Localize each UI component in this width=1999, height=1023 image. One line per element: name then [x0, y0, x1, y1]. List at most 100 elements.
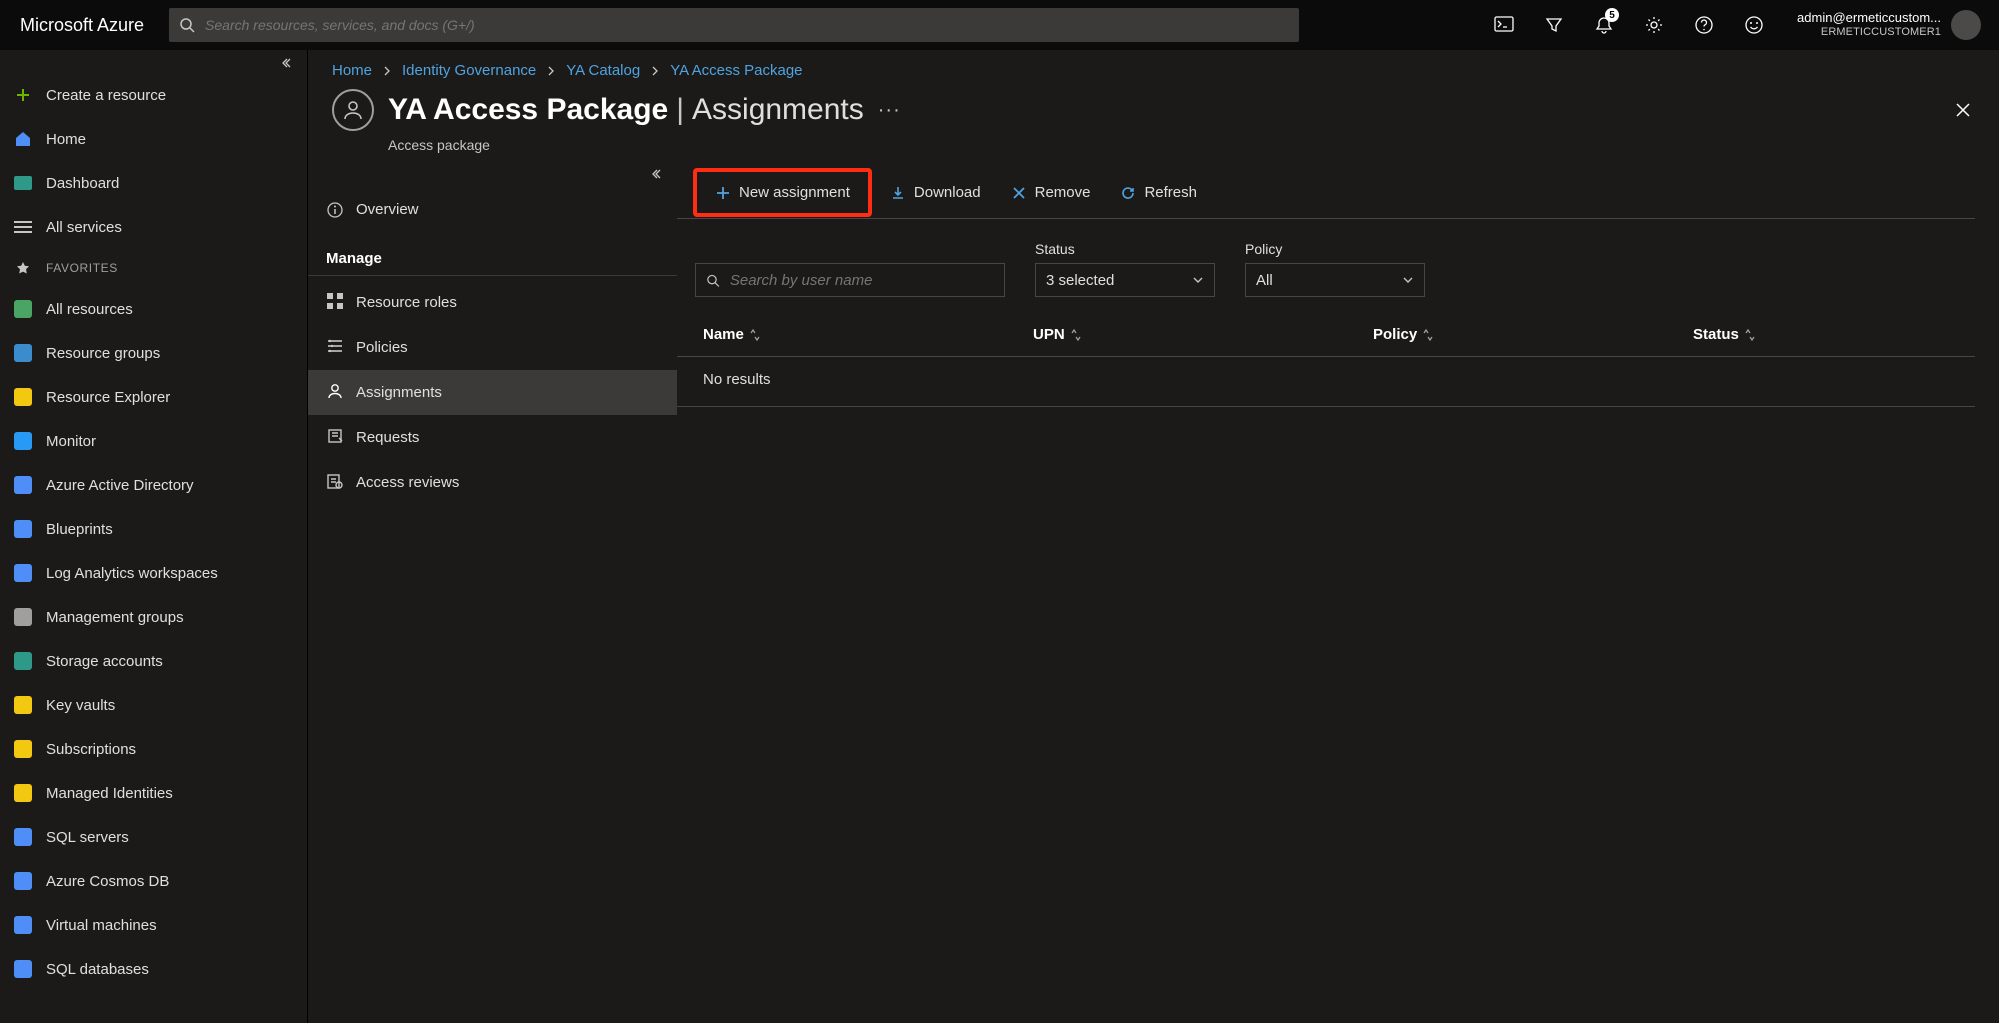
access-reviews-icon [326, 472, 344, 494]
column-header-policy[interactable]: Policy [1373, 326, 1693, 343]
nav-item-all-services[interactable]: All services [0, 205, 307, 249]
nav-icon [12, 216, 34, 238]
collapse-blade-nav-button[interactable] [308, 167, 677, 187]
favorites-header: FAVORITES [0, 249, 307, 287]
collapse-nav-button[interactable] [0, 50, 307, 73]
toolbar-label: Refresh [1144, 184, 1197, 201]
policy-filter-dropdown[interactable]: All [1245, 263, 1425, 297]
resource-roles-icon [326, 292, 344, 314]
blade-nav-requests[interactable]: Requests [308, 415, 677, 460]
filter-row: Status 3 selected Policy All [677, 219, 1975, 307]
nav-item-management-groups[interactable]: Management groups [0, 595, 307, 639]
plus-icon [715, 185, 731, 201]
refresh-button[interactable]: Refresh [1108, 176, 1209, 209]
blade-nav-access-reviews[interactable]: Access reviews [308, 460, 677, 505]
nav-label: SQL databases [46, 961, 149, 978]
title-separator: | [676, 93, 684, 127]
nav-item-key-vaults[interactable]: Key vaults [0, 683, 307, 727]
nav-icon [12, 386, 34, 408]
top-bar: Microsoft Azure 5 admin@ermeticcustom...… [0, 0, 1999, 50]
nav-label: Subscriptions [46, 741, 136, 758]
blade-nav-resource-roles[interactable]: Resource roles [308, 280, 677, 325]
nav-item-sql-databases[interactable]: SQL databases [0, 947, 307, 991]
crumb-ya-access-package[interactable]: YA Access Package [670, 62, 802, 79]
nav-icon [12, 518, 34, 540]
nav-item-all-resources[interactable]: All resources [0, 287, 307, 331]
close-blade-button[interactable] [1951, 98, 1975, 122]
column-header-status[interactable]: Status [1693, 326, 1975, 343]
nav-item-log-analytics-workspaces[interactable]: Log Analytics workspaces [0, 551, 307, 595]
main-area: Home Identity Governance YA Catalog YA A… [308, 50, 1999, 1023]
nav-icon [12, 298, 34, 320]
nav-item-resource-groups[interactable]: Resource groups [0, 331, 307, 375]
toolbar: New assignment Download Remove Refresh [677, 167, 1975, 219]
chevron-right-icon [546, 66, 556, 76]
info-icon [326, 201, 344, 219]
toolbar-label: Download [914, 184, 981, 201]
nav-item-virtual-machines[interactable]: Virtual machines [0, 903, 307, 947]
crumb-ya-catalog[interactable]: YA Catalog [566, 62, 640, 79]
directory-filter-icon[interactable] [1529, 0, 1579, 50]
nav-label: Home [46, 131, 86, 148]
nav-icon [12, 782, 34, 804]
nav-label: Resource groups [46, 345, 160, 362]
assignments-search[interactable] [695, 263, 1005, 297]
nav-icon [12, 172, 34, 194]
account-tenant: ERMETICCUSTOMER1 [1797, 26, 1941, 39]
page-title-name: YA Access Package [388, 93, 668, 127]
close-icon [1011, 185, 1027, 201]
help-icon[interactable] [1679, 0, 1729, 50]
nav-item-managed-identities[interactable]: Managed Identities [0, 771, 307, 815]
blade-nav-policies[interactable]: Policies [308, 325, 677, 370]
download-button[interactable]: Download [878, 176, 993, 209]
nav-item-home[interactable]: Home [0, 117, 307, 161]
more-actions-button[interactable]: ··· [878, 99, 901, 122]
nav-item-azure-cosmos-db[interactable]: Azure Cosmos DB [0, 859, 307, 903]
account-area[interactable]: admin@ermeticcustom... ERMETICCUSTOMER1 [1779, 0, 1989, 50]
nav-icon [12, 958, 34, 980]
nav-item-create-a-resource[interactable]: Create a resource [0, 73, 307, 117]
feedback-icon[interactable] [1729, 0, 1779, 50]
sort-icon [1423, 328, 1435, 342]
nav-item-sql-servers[interactable]: SQL servers [0, 815, 307, 859]
nav-label: All resources [46, 301, 133, 318]
toolbar-label: Remove [1035, 184, 1091, 201]
nav-item-subscriptions[interactable]: Subscriptions [0, 727, 307, 771]
page-title-section: Assignments [692, 93, 864, 127]
global-search[interactable] [169, 8, 1299, 42]
nav-item-blueprints[interactable]: Blueprints [0, 507, 307, 551]
blade-nav-assignments[interactable]: Assignments [308, 370, 677, 415]
breadcrumb: Home Identity Governance YA Catalog YA A… [308, 50, 1999, 79]
assignments-search-input[interactable] [728, 271, 994, 290]
blade-nav-label: Policies [356, 339, 408, 356]
requests-icon [326, 427, 344, 449]
nav-label: Storage accounts [46, 653, 163, 670]
nav-label: Monitor [46, 433, 96, 450]
cloud-shell-icon[interactable] [1479, 0, 1529, 50]
nav-icon [12, 474, 34, 496]
nav-item-monitor[interactable]: Monitor [0, 419, 307, 463]
table-empty-row: No results [677, 357, 1975, 407]
nav-item-azure-active-directory[interactable]: Azure Active Directory [0, 463, 307, 507]
remove-button[interactable]: Remove [999, 176, 1103, 209]
nav-item-storage-accounts[interactable]: Storage accounts [0, 639, 307, 683]
table-header: Name UPN Policy Status [677, 313, 1975, 357]
blade-nav-label: Assignments [356, 384, 442, 401]
settings-icon[interactable] [1629, 0, 1679, 50]
notifications-icon[interactable]: 5 [1579, 0, 1629, 50]
nav-icon [12, 650, 34, 672]
blade-nav-overview[interactable]: Overview [308, 187, 677, 232]
new-assignment-button[interactable]: New assignment [703, 176, 862, 209]
column-header-name[interactable]: Name [703, 326, 1033, 343]
crumb-home[interactable]: Home [332, 62, 372, 79]
blade-nav-label: Requests [356, 429, 419, 446]
nav-icon [12, 562, 34, 584]
status-filter-dropdown[interactable]: 3 selected [1035, 263, 1215, 297]
crumb-identity-governance[interactable]: Identity Governance [402, 62, 536, 79]
nav-item-dashboard[interactable]: Dashboard [0, 161, 307, 205]
nav-item-resource-explorer[interactable]: Resource Explorer [0, 375, 307, 419]
nav-label: Managed Identities [46, 785, 173, 802]
nav-icon [12, 606, 34, 628]
column-header-upn[interactable]: UPN [1033, 326, 1373, 343]
global-search-input[interactable] [203, 16, 1289, 34]
